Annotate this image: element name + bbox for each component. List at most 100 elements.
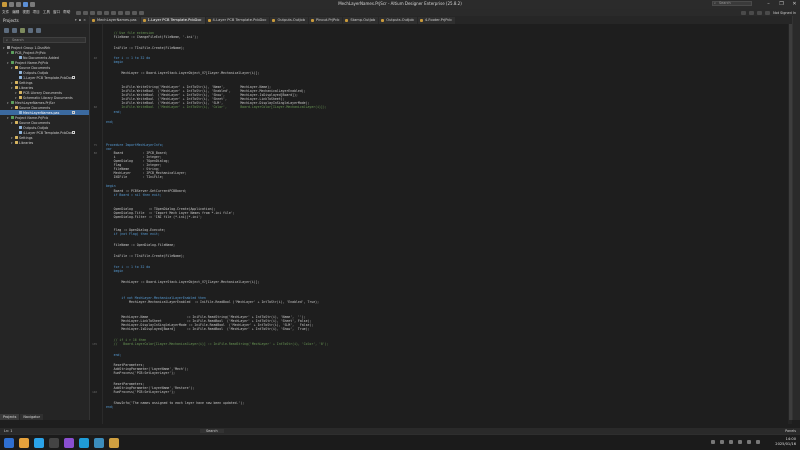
chevron-down-icon[interactable]: ▾ <box>11 66 14 70</box>
tray-icon[interactable] <box>711 440 715 444</box>
code-line[interactable]: IniFile := TIniFile.Create(FileName); <box>106 46 185 50</box>
menu-tools[interactable]: 工具 <box>43 10 50 15</box>
open-project-icon[interactable] <box>12 28 17 33</box>
toolbar-button[interactable] <box>139 10 145 15</box>
code-line[interactable]: ShowInfo('The names assigned to each lay… <box>106 401 245 405</box>
document-tab[interactable]: Outputs.OutJob <box>270 16 308 24</box>
layout-icon[interactable] <box>741 10 747 15</box>
document-tab[interactable]: Outputs.OutJob <box>379 16 417 24</box>
code-line[interactable]: begin <box>106 60 124 64</box>
taskbar-app-icon[interactable] <box>94 438 104 448</box>
pin-icon[interactable]: ▪ <box>79 18 81 22</box>
menu-project[interactable]: 项目 <box>33 10 40 15</box>
save-project-icon[interactable] <box>20 28 25 33</box>
taskbar-app-icon[interactable] <box>49 438 59 448</box>
notifications-icon[interactable] <box>749 10 755 15</box>
toolbar-button[interactable] <box>97 10 103 15</box>
panel-menu-icon[interactable]: ▾ <box>75 18 77 22</box>
user-sign-in-label[interactable]: Not Signed In <box>773 11 796 15</box>
panels-button[interactable]: Panels <box>785 429 796 433</box>
document-tab[interactable]: MechLayerNames.pas <box>90 16 140 24</box>
chevron-down-icon[interactable]: ▾ <box>7 61 10 65</box>
document-tab[interactable]: Stamp.OutJob <box>343 16 379 24</box>
projects-search-input[interactable]: ⌕ Search <box>3 37 86 43</box>
folder-icon[interactable] <box>28 28 33 33</box>
chevron-down-icon[interactable]: ▾ <box>15 96 18 100</box>
status-search[interactable]: Search <box>200 429 224 433</box>
close-button[interactable]: ✕ <box>791 1 798 7</box>
menu-view[interactable]: 视图 <box>22 10 29 15</box>
wifi-icon[interactable] <box>747 440 751 444</box>
taskbar-app-icon[interactable] <box>4 438 14 448</box>
close-icon[interactable]: × <box>83 18 86 22</box>
code-line[interactable]: RunProcess('PCB:SetLayerLayer'); <box>106 371 175 375</box>
chevron-down-icon[interactable]: ▾ <box>11 136 14 140</box>
clock[interactable]: 14:00 2025/01/16 <box>766 437 796 447</box>
taskbar-app-icon[interactable] <box>34 438 44 448</box>
code-line[interactable]: IniFile.WriteBool ('MechLayer' + IntToSt… <box>106 105 326 109</box>
chevron-down-icon[interactable]: ▾ <box>7 116 10 120</box>
tree-item[interactable]: ▾ Libraries <box>0 140 89 145</box>
minimize-button[interactable]: – <box>765 1 772 7</box>
chevron-down-icon[interactable]: ▾ <box>11 141 14 145</box>
code-line[interactable]: end; <box>106 405 114 409</box>
toolbar-button[interactable] <box>76 10 82 15</box>
code-line[interactable]: MechLayer.IsDisplayed[Board] := IniFile.… <box>106 327 309 331</box>
right-side-panel-rail[interactable] <box>792 16 800 420</box>
toolbar-button[interactable] <box>132 10 138 15</box>
code-line[interactable]: FileName := ChangeFileExt(FileName, '.in… <box>106 35 198 39</box>
chevron-down-icon[interactable]: ▾ <box>11 106 14 110</box>
chevron-down-icon[interactable]: ▾ <box>11 121 14 125</box>
toolbar-button[interactable] <box>125 10 131 15</box>
code-line[interactable]: begin <box>106 184 116 188</box>
tray-icon[interactable] <box>720 440 724 444</box>
document-tab[interactable]: 1-Layer PCB Template.PcbDoc <box>140 16 205 24</box>
menu-file[interactable]: 文件 <box>2 10 9 15</box>
gear-icon[interactable] <box>757 10 763 15</box>
chevron-down-icon[interactable]: ▾ <box>3 46 6 50</box>
tab-projects[interactable]: Projects <box>0 414 20 420</box>
settings-icon[interactable] <box>36 28 41 33</box>
code-line[interactable]: end; <box>106 120 114 124</box>
tray-icon[interactable] <box>729 440 733 444</box>
code-line[interactable]: MechLayer := Board.LayerStack.LayerObjec… <box>106 280 259 284</box>
toolbar-button[interactable] <box>104 10 110 15</box>
code-line[interactable]: MechLayer := Board.LayerStack.LayerObjec… <box>106 71 259 75</box>
document-tab[interactable]: 4-Layer PCB Template.PcbDoc <box>205 16 270 24</box>
volume-icon[interactable] <box>756 440 760 444</box>
code-line[interactable]: INIFile : TIniFile; <box>106 175 164 179</box>
chevron-down-icon[interactable]: ▾ <box>15 91 18 95</box>
code-editor[interactable]: 40 60 75 80 135 140 // Use file extension Fil… <box>90 24 786 424</box>
code-line[interactable]: IniFile := TIniFile.Create(FileName); <box>106 254 185 258</box>
document-tab[interactable]: Pinout.PrjPcb <box>309 16 343 24</box>
document-tab[interactable]: 4-Footer.PrjPcb <box>417 16 455 24</box>
tray-icon[interactable] <box>738 440 742 444</box>
maximize-button[interactable]: ❐ <box>778 1 785 7</box>
code-line[interactable]: end; <box>106 110 122 114</box>
code-line[interactable]: if Board = nil then exit; <box>106 193 162 197</box>
chevron-down-icon[interactable]: ▾ <box>11 86 14 90</box>
taskbar-app-icon[interactable] <box>109 438 119 448</box>
toolbar-button[interactable] <box>118 10 124 15</box>
toolbar-button[interactable] <box>83 10 89 15</box>
new-project-icon[interactable] <box>4 28 9 33</box>
code-line[interactable]: // Board.LayerColor[ILayer.MechanicalLay… <box>106 342 329 346</box>
chevron-down-icon[interactable]: ▾ <box>11 81 14 85</box>
taskbar-app-icon[interactable] <box>19 438 29 448</box>
code-line[interactable]: begin <box>106 269 124 273</box>
global-search-input[interactable]: ⌕ Search <box>712 1 752 6</box>
code-line[interactable]: RunProcess('PCB:SetLayerLayer'); <box>106 390 175 394</box>
menu-help[interactable]: 帮助 <box>63 10 70 15</box>
tab-navigator[interactable]: Navigator <box>20 414 43 420</box>
code-line[interactable]: MechLayer.MechanicalLayerEnabled := IniF… <box>106 300 319 304</box>
menu-window[interactable]: 窗口 <box>53 10 60 15</box>
code-line[interactable]: Procedure ImportMechLayerInfo; <box>106 143 164 147</box>
user-icon[interactable] <box>765 10 771 15</box>
chevron-down-icon[interactable]: ▾ <box>7 101 10 105</box>
toolbar-button[interactable] <box>111 10 117 15</box>
taskbar-app-icon[interactable] <box>64 438 74 448</box>
code-line[interactable]: end; <box>106 353 122 357</box>
code-line[interactable]: FileName := OpenDialog.FileName; <box>106 243 175 247</box>
code-line[interactable]: if (not Flag) then exit; <box>106 232 160 236</box>
toolbar-button[interactable] <box>90 10 96 15</box>
